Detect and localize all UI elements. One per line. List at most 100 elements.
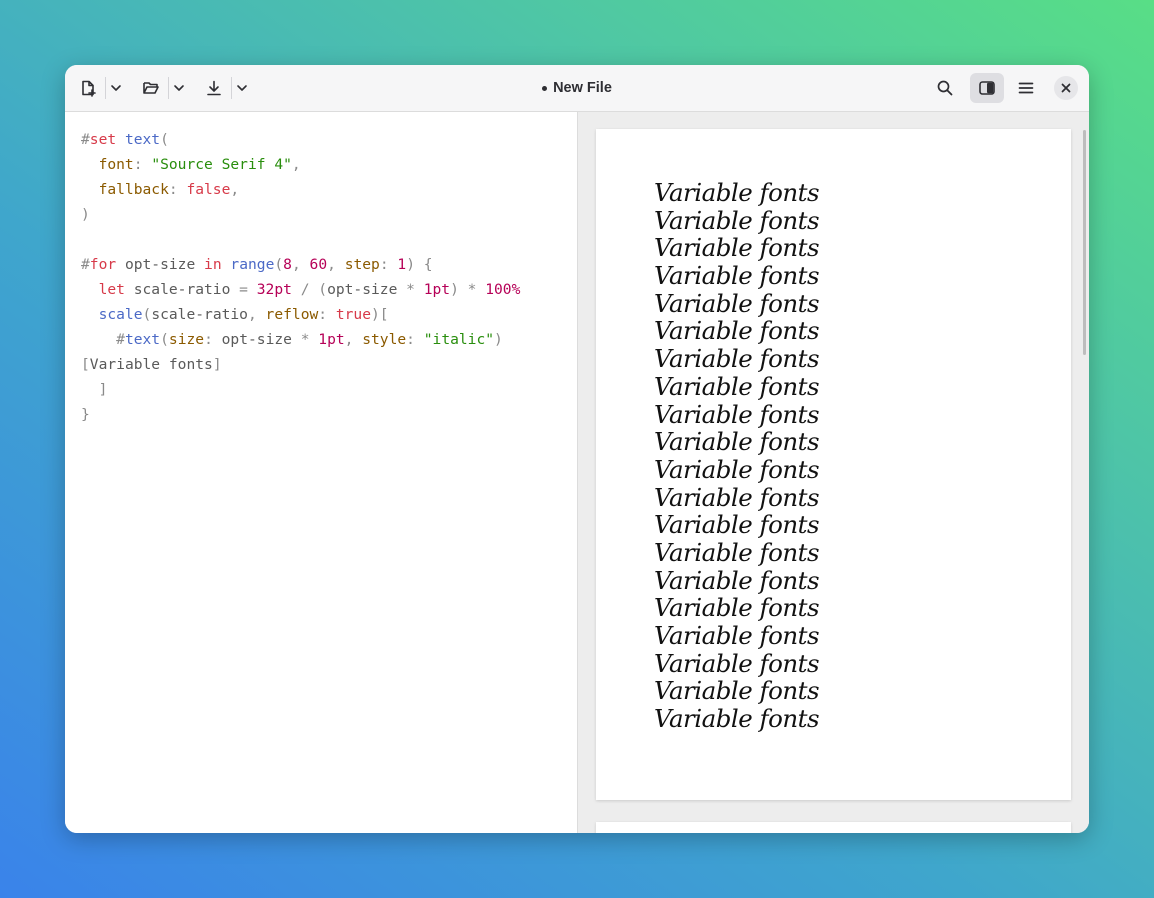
preview-line: Variable fonts	[654, 371, 820, 401]
code-token: reflow	[265, 306, 319, 323]
preview-page: Variable fonts Variable fonts Variable fon…	[596, 129, 1071, 800]
code-line[interactable]: #text(size: opt-size * 1pt, style: "ital…	[81, 327, 520, 352]
preview-pane[interactable]: Variable fonts Variable fonts Variable fon…	[578, 112, 1089, 833]
code-token: "italic"	[423, 331, 495, 348]
search-button[interactable]	[930, 73, 960, 103]
code-line[interactable]: scale(scale-ratio, reflow: true)[	[81, 302, 520, 327]
code-token: ,	[230, 181, 240, 198]
code-token: let	[98, 281, 125, 298]
hamburger-menu-icon	[1018, 82, 1034, 94]
code-token: ,	[344, 331, 363, 348]
code-token: text	[124, 131, 161, 148]
close-icon	[1061, 83, 1071, 93]
code-token: :	[379, 256, 398, 273]
code-token: ) *	[450, 281, 486, 298]
code-line[interactable]: )	[81, 202, 520, 227]
preview-line: Variable fonts	[654, 482, 820, 512]
code-token: Variable fonts	[89, 356, 213, 373]
app-window: New File #set text( font: "Source Serif …	[65, 65, 1089, 833]
code-token: "Source Serif 4"	[151, 156, 292, 173]
code-line[interactable]	[81, 227, 520, 252]
code-token: 8	[283, 256, 292, 273]
code-token: }	[81, 406, 90, 423]
code-token: opt-size	[221, 331, 292, 348]
preview-text: Variable fonts Variable fonts Variable fon…	[654, 179, 820, 733]
preview-line: Variable fonts	[654, 233, 820, 263]
code-token: ]	[212, 356, 222, 373]
code-token: 60	[309, 256, 328, 273]
code-token: ,	[327, 256, 345, 273]
code-token: 1pt	[318, 331, 345, 348]
code-token: )[	[371, 306, 389, 323]
preview-line: Variable fonts	[654, 510, 820, 540]
new-file-menu-button[interactable]	[103, 73, 129, 103]
code-token: ,	[291, 156, 301, 173]
code-line[interactable]: let scale-ratio = 32pt / (opt-size * 1pt…	[81, 277, 521, 302]
source-code[interactable]: #set text( font: "Source Serif 4", fallb…	[81, 127, 520, 427]
toggle-preview-button[interactable]	[970, 73, 1004, 103]
code-token: false	[186, 181, 231, 198]
new-file-button[interactable]	[73, 73, 103, 103]
close-window-button[interactable]	[1054, 76, 1078, 100]
code-token: scale-ratio	[151, 306, 248, 323]
code-token: ) {	[406, 256, 433, 273]
search-icon	[937, 80, 953, 96]
code-editor[interactable]: #set text( font: "Source Serif 4", fallb…	[65, 112, 578, 833]
code-token: font	[98, 156, 134, 173]
code-line[interactable]: }	[81, 402, 520, 427]
export-button[interactable]	[199, 73, 229, 103]
code-token: true	[335, 306, 371, 323]
code-token: (	[160, 131, 169, 148]
download-icon	[207, 80, 221, 96]
code-token: scale	[98, 306, 143, 323]
code-token: 32pt	[256, 281, 292, 298]
code-line[interactable]: #set text(	[81, 127, 520, 152]
code-token: =	[230, 281, 257, 298]
code-line[interactable]: #for opt-size in range(8, 60, step: 1) {	[81, 252, 520, 277]
open-file-menu-button[interactable]	[166, 73, 192, 103]
code-line[interactable]: ]	[81, 377, 520, 402]
code-token: in	[204, 256, 222, 273]
code-token: (	[142, 306, 152, 323]
code-token: :	[133, 156, 152, 173]
code-token: 1	[397, 256, 407, 273]
preview-line: Variable fonts	[654, 454, 820, 484]
preview-scrollbar[interactable]	[1083, 130, 1086, 355]
code-token: [	[81, 356, 90, 373]
code-token: #	[116, 331, 125, 348]
code-line[interactable]: [Variable fonts]	[81, 352, 520, 377]
chevron-down-icon	[237, 85, 247, 91]
code-token: opt-size	[327, 281, 398, 298]
preview-line: Variable fonts	[654, 565, 820, 595]
code-token: fallback	[98, 181, 169, 198]
code-token: ,	[247, 306, 266, 323]
main-menu-button[interactable]	[1011, 73, 1041, 103]
export-menu-button[interactable]	[229, 73, 255, 103]
preview-line: Variable fonts	[654, 621, 820, 650]
code-line[interactable]: fallback: false,	[81, 177, 520, 202]
code-token: )	[81, 206, 90, 223]
code-token: text	[124, 331, 161, 348]
open-file-button[interactable]	[136, 73, 166, 103]
preview-line: Variable fonts	[654, 399, 820, 429]
preview-line: Variable fonts	[654, 344, 820, 374]
window-title: New File	[553, 80, 612, 96]
code-token: opt-size	[124, 256, 196, 273]
code-token: 1pt	[423, 281, 451, 298]
preview-line: Variable fonts	[654, 205, 820, 235]
code-token: (	[160, 331, 169, 348]
new-file-icon	[82, 80, 96, 97]
preview-line: Variable fonts	[654, 316, 820, 346]
code-token: scale-ratio	[133, 281, 231, 298]
code-token: :	[204, 331, 222, 348]
code-token: #	[81, 256, 90, 273]
code-line[interactable]: font: "Source Serif 4",	[81, 152, 520, 177]
